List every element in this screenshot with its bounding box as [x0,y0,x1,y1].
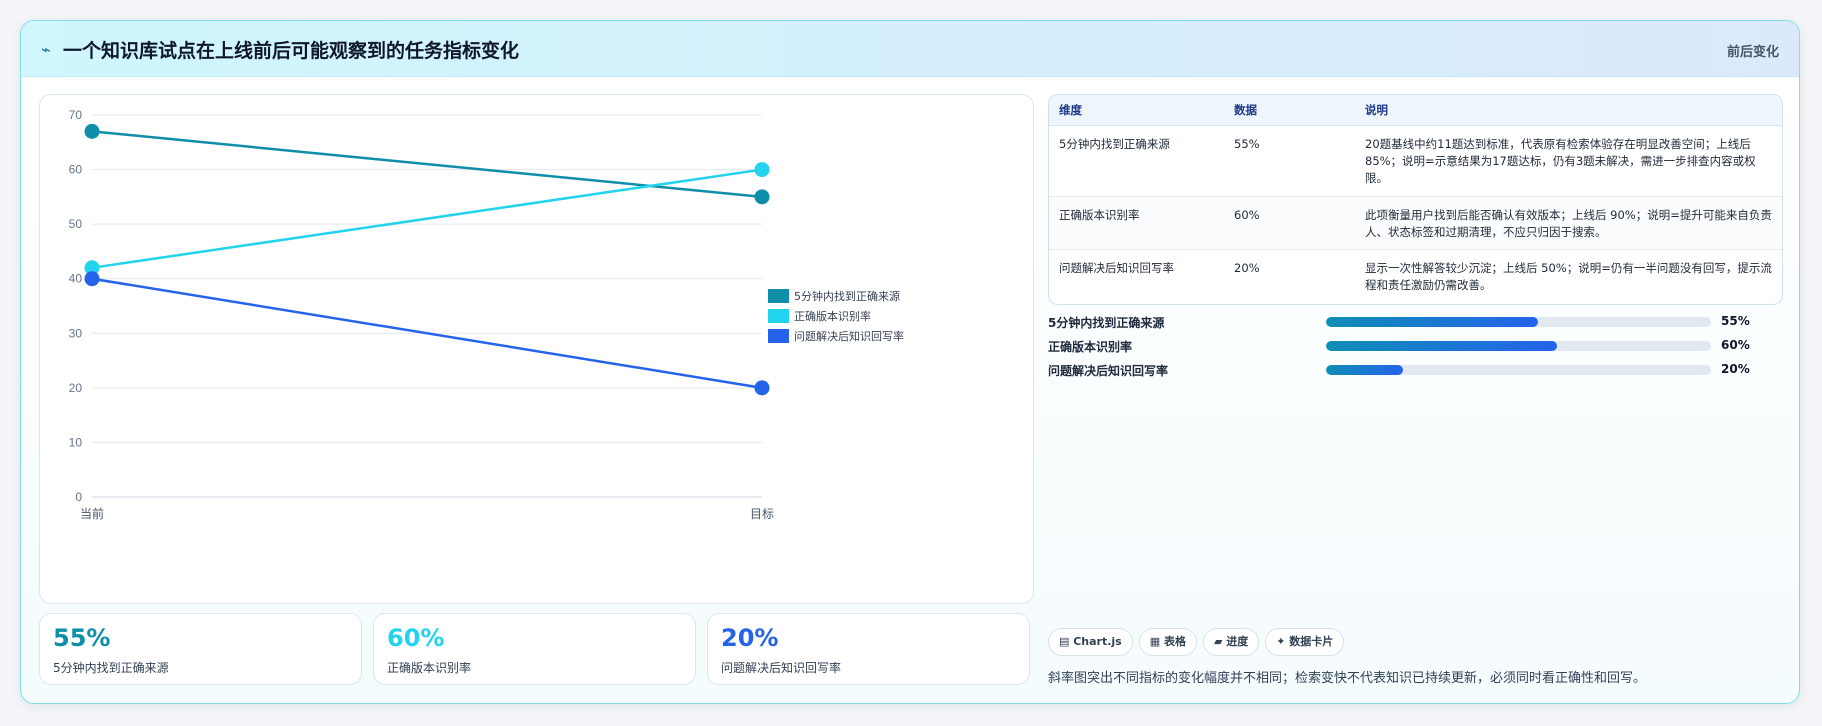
y-tick-label: 50 [69,217,83,231]
y-tick-label: 70 [69,108,83,122]
slope-chart: 0 10 20 30 40 50 60 70 当前 目标 5分钟内找到正确来源正确版本识别率问题解决… [69,108,904,521]
progress-track [1326,317,1711,327]
data-point [754,162,770,178]
table-header-row: 维度 数据 说明 [1049,95,1782,126]
column-header: 数据 [1224,95,1355,126]
chip-table[interactable]: ▦ 表格 [1138,628,1197,656]
table-cell: 55% [1224,125,1355,197]
table-row: 5分钟内找到正确来源 55% 20题基线中约11题达到标准，代表原有检索体验存在… [1049,125,1782,197]
pulse-icon: ⌁ [41,40,51,59]
data-point [754,380,770,396]
header-tag: 前后变化 [1726,45,1779,60]
data-point [84,123,100,139]
stat-label: 5分钟内找到正确来源 [53,661,169,675]
metrics-table: 维度 数据 说明 5分钟内找到正确来源 55% 20题基线中约11题达到标准，代… [1049,95,1782,303]
table-cell: 此项衡量用户找到后能否确认有效版本；上线后 90%；说明=提升可能来自负责人、状… [1355,196,1782,250]
progress-value: 55% [1721,314,1750,328]
progress-track [1326,365,1711,375]
legend-label: 正确版本识别率 [794,309,871,323]
progress-list: 5分钟内找到正确来源 55% 正确版本识别率 60% 问题解决后知识回写率 20… [1048,311,1783,391]
progress-track [1326,341,1711,351]
series-line [91,130,763,199]
progress-fill [1326,341,1557,351]
table-cell: 显示一次性解答较少沉淀；上线后 50%；说明=仍有一半问题没有回写，提示流程和责… [1365,260,1772,292]
column-header: 说明 [1355,95,1782,126]
data-point [754,189,770,205]
y-tick-label: 40 [69,272,83,286]
stat-card-writeback-rate: 20% 问题解决后知识回写率 [707,613,1030,685]
stat-card-version-recognition: 60% 正确版本识别率 [373,613,696,685]
table-row: 问题解决后知识回写率 20% 显示一次性解答较少沉淀；上线后 50%；说明=仍有… [1049,249,1782,303]
stat-value: 55% [53,624,111,652]
progress-fill [1326,317,1538,327]
x-tick-label: 目标 [750,507,774,521]
progress-label: 正确版本识别率 [1048,340,1133,354]
table-cell: 问题解决后知识回写率 [1059,260,1174,275]
stat-value: 60% [387,624,445,652]
page-title: 一个知识库试点在上线前后可能观察到的任务指标变化 [63,40,520,62]
chip-progress[interactable]: ▰ 进度 [1202,628,1260,656]
tag-chips: ▤ Chart.js ▦ 表格 ▰ 进度 ✦ 数据卡片 [1048,628,1350,656]
progress-row: 正确版本识别率 60% [1048,335,1783,355]
progress-label: 问题解决后知识回写率 [1048,364,1169,378]
progress-row: 问题解决后知识回写率 20% [1048,359,1783,379]
stat-label: 问题解决后知识回写率 [721,661,842,675]
legend-swatch [768,309,789,323]
table-cell: 20% [1234,260,1260,275]
progress-value: 60% [1721,338,1750,352]
table-cell: 正确版本识别率 [1049,196,1224,250]
footnote: 斜率图突出不同指标的变化幅度并不相同；检索变快不代表知识已持续更新，必须同时看正… [1048,671,1647,686]
stat-label: 正确版本识别率 [387,661,472,675]
y-tick-label: 30 [69,326,83,340]
table-row: 正确版本识别率 60% 此项衡量用户找到后能否确认有效版本；上线后 90%；说明… [1049,196,1782,250]
y-tick-label: 10 [69,435,83,449]
legend-label: 问题解决后知识回写率 [794,329,904,343]
legend-swatch [768,329,789,343]
chip-chartjs[interactable]: ▤ Chart.js [1048,628,1133,656]
y-tick-label: 20 [69,381,83,395]
progress-row: 5分钟内找到正确来源 55% [1048,311,1783,331]
card-header: ⌁ 一个知识库试点在上线前后可能观察到的任务指标变化 前后变化 [21,21,1799,77]
report-card: ⌁ 一个知识库试点在上线前后可能观察到的任务指标变化 前后变化 0 10 20 30 4… [20,20,1800,704]
y-tick-label: 60 [69,163,83,177]
legend-swatch [768,289,789,303]
stat-card-found-source: 55% 5分钟内找到正确来源 [39,613,362,685]
table-cell: 20题基线中约11题达到标准，代表原有检索体验存在明显改善空间；上线后 85%；… [1355,125,1782,197]
metrics-table-wrap: 维度 数据 说明 5分钟内找到正确来源 55% 20题基线中约11题达到标准，代… [1048,94,1783,305]
x-tick-label: 当前 [80,506,104,521]
slope-chart-panel: 0 10 20 30 40 50 60 70 当前 目标 5分钟内找到正确来源 正确版本识别率问题解决… [39,94,1034,604]
table-cell: 5分钟内找到正确来源 [1049,125,1224,197]
data-point [84,271,100,287]
table-cell: 60% [1224,196,1355,250]
progress-value: 20% [1721,362,1750,376]
progress-fill [1326,365,1403,375]
legend-label: 5分钟内找到正确来源 [794,289,900,303]
series-line [91,168,763,270]
progress-label: 5分钟内找到正确来源 [1048,316,1165,330]
chip-data-card[interactable]: ✦ 数据卡片 [1265,628,1345,656]
y-tick-label: 0 [75,490,82,504]
column-header: 维度 [1049,95,1224,126]
stat-value: 20% [721,624,779,652]
